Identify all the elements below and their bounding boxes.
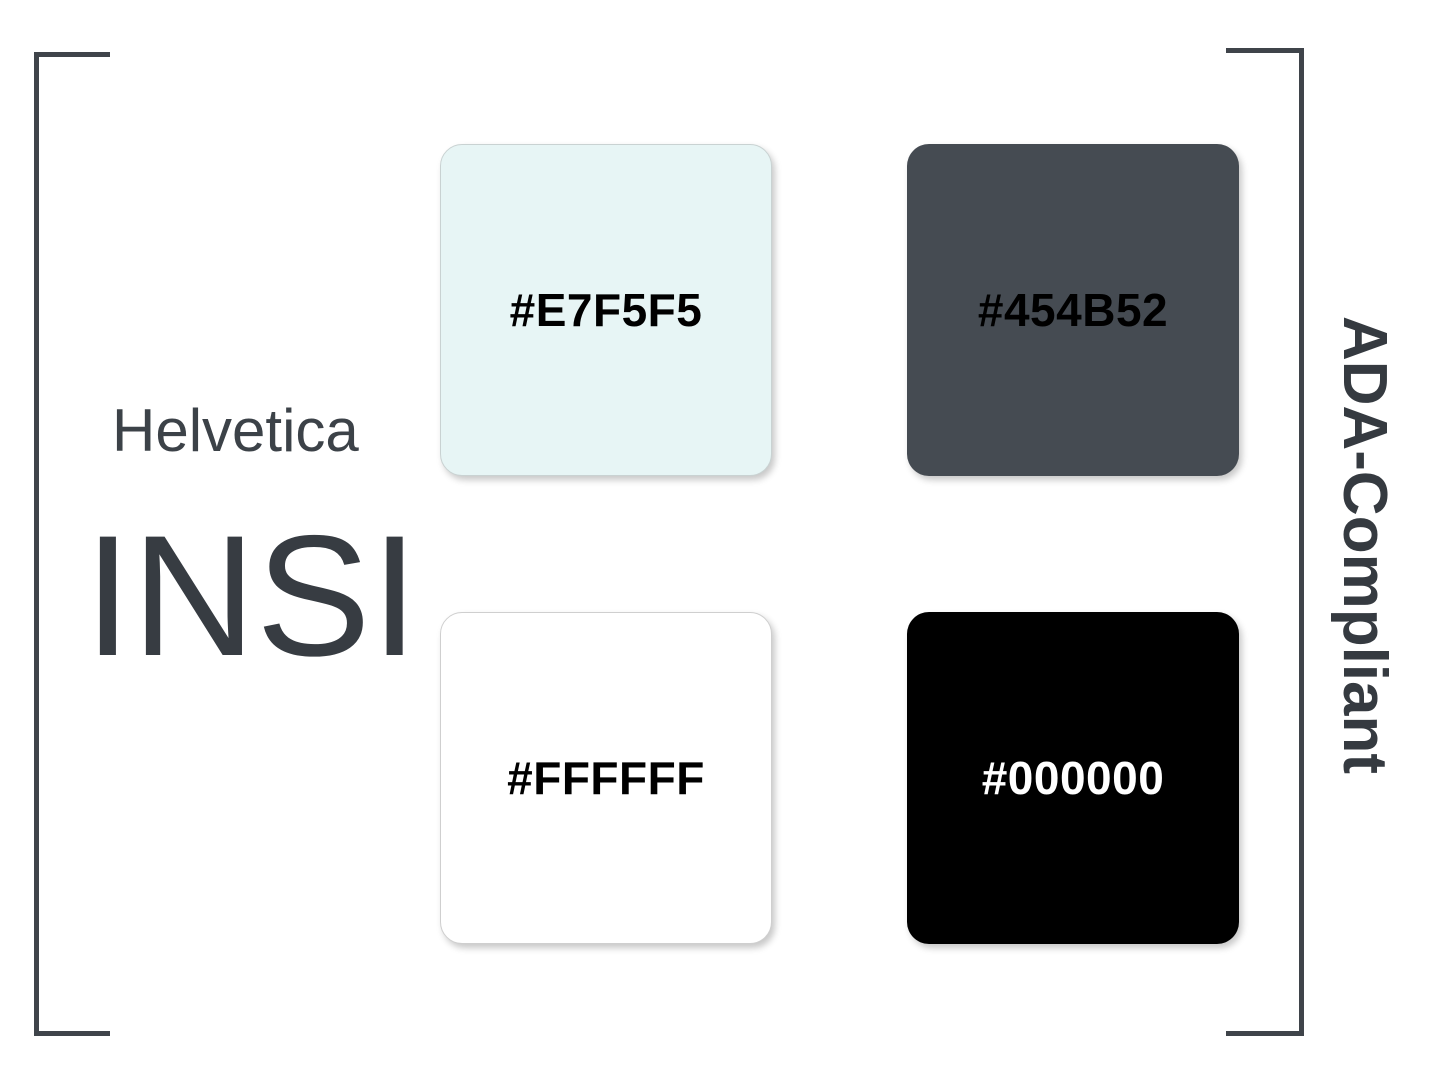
font-name-label: Helvetica	[112, 397, 359, 464]
ada-compliant-label: ADA-Compliant	[1330, 315, 1399, 775]
swatch-hex-label: #454B52	[977, 284, 1169, 336]
swatch-hex-label: #E7F5F5	[509, 284, 703, 336]
swatch-hex-label: #000000	[981, 752, 1165, 804]
color-swatch-black: #000000	[907, 612, 1239, 944]
color-swatch-light-cyan: #E7F5F5	[440, 144, 772, 476]
color-swatch-slate: #454B52	[907, 144, 1239, 476]
swatch-hex-label: #FFFFFF	[507, 752, 705, 804]
brand-title: INSI	[84, 500, 419, 692]
color-swatch-white: #FFFFFF	[440, 612, 772, 944]
